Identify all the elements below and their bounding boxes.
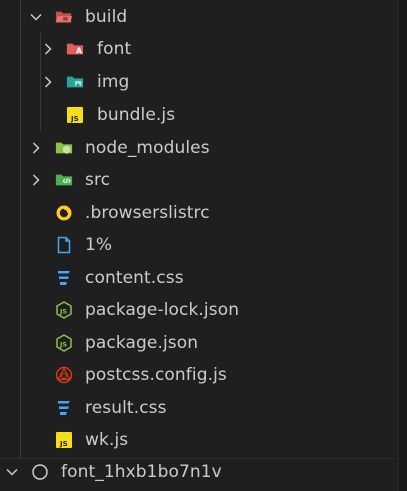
tree-item-label: content.css	[85, 268, 184, 289]
nodejs-icon: JS	[55, 334, 73, 353]
css-file-icon	[55, 269, 73, 287]
folder-images-icon	[66, 73, 84, 91]
tree-item-label: bundle.js	[97, 105, 176, 126]
chevron-down-icon	[5, 465, 19, 479]
tree-item-build[interactable]: build	[0, 1, 407, 34]
tree-item-package-json[interactable]: JS package.json	[0, 327, 407, 360]
tree-item-label: node_modules	[85, 138, 210, 159]
chevron-right-icon	[29, 173, 43, 187]
chevron-right-icon	[29, 141, 43, 155]
tree-item-content-css[interactable]: content.css	[0, 262, 407, 295]
tree-item-postcss-config-js[interactable]: postcss.config.js	[0, 359, 407, 392]
folder-font-icon: A	[66, 40, 84, 58]
tree-item-package-lock-json[interactable]: JS package-lock.json	[0, 294, 407, 327]
tree-item-label: build	[85, 7, 128, 28]
svg-text:JS: JS	[59, 440, 68, 448]
tree-item-label: package-lock.json	[85, 300, 240, 321]
scrollbar-track[interactable]	[398, 0, 407, 491]
browserslist-icon	[55, 204, 73, 222]
tree-item-img[interactable]: img	[0, 66, 407, 99]
folder-node-icon	[55, 139, 73, 157]
section-label: font_1hxb1bo7n1v	[61, 462, 222, 483]
tree-item-font[interactable]: A font	[0, 33, 407, 66]
file-icon	[55, 236, 73, 254]
circle-icon	[31, 463, 49, 481]
tree-item-label: package.json	[85, 333, 199, 354]
tree-item-browserslistrc[interactable]: .browserslistrc	[0, 197, 407, 230]
tree-item-bundle-js[interactable]: JS bundle.js	[0, 99, 407, 132]
tree-item-label: src	[85, 170, 111, 191]
nodejs-icon: JS	[55, 301, 73, 320]
chevron-down-icon	[29, 10, 43, 24]
tree-item-label: font	[97, 39, 132, 60]
javascript-file-icon: JS	[55, 431, 73, 449]
tree-item-node-modules[interactable]: node_modules	[0, 132, 407, 165]
panel-border	[398, 0, 399, 491]
tree-item-label: result.css	[85, 398, 167, 419]
tree-item-label: postcss.config.js	[85, 365, 227, 386]
section-header-font-1hxb1bo7n1v[interactable]: font_1hxb1bo7n1v	[0, 456, 407, 489]
javascript-file-icon: JS	[66, 106, 84, 124]
tree-item-label: img	[97, 72, 130, 93]
svg-text:JS: JS	[59, 308, 67, 316]
css-file-icon	[55, 399, 73, 417]
chevron-right-icon	[41, 42, 55, 56]
folder-build-open-icon	[55, 8, 73, 26]
svg-text:JS: JS	[59, 341, 67, 349]
chevron-right-icon	[41, 75, 55, 89]
file-explorer-tree: build A font img JS bundle.js node_modul…	[0, 0, 407, 491]
tree-item-label: 1%	[85, 235, 113, 256]
tree-item-result-css[interactable]: result.css	[0, 392, 407, 425]
folder-src-icon	[55, 171, 73, 189]
tree-item-label: .browserslistrc	[85, 203, 210, 224]
tree-item-1-percent[interactable]: 1%	[0, 229, 407, 262]
tree-item-label: wk.js	[85, 430, 129, 451]
svg-text:JS: JS	[70, 115, 79, 123]
postcss-icon	[55, 366, 73, 384]
svg-text:A: A	[76, 46, 83, 56]
tree-item-wk-js[interactable]: JS wk.js	[0, 424, 407, 457]
tree-item-src[interactable]: src	[0, 164, 407, 197]
